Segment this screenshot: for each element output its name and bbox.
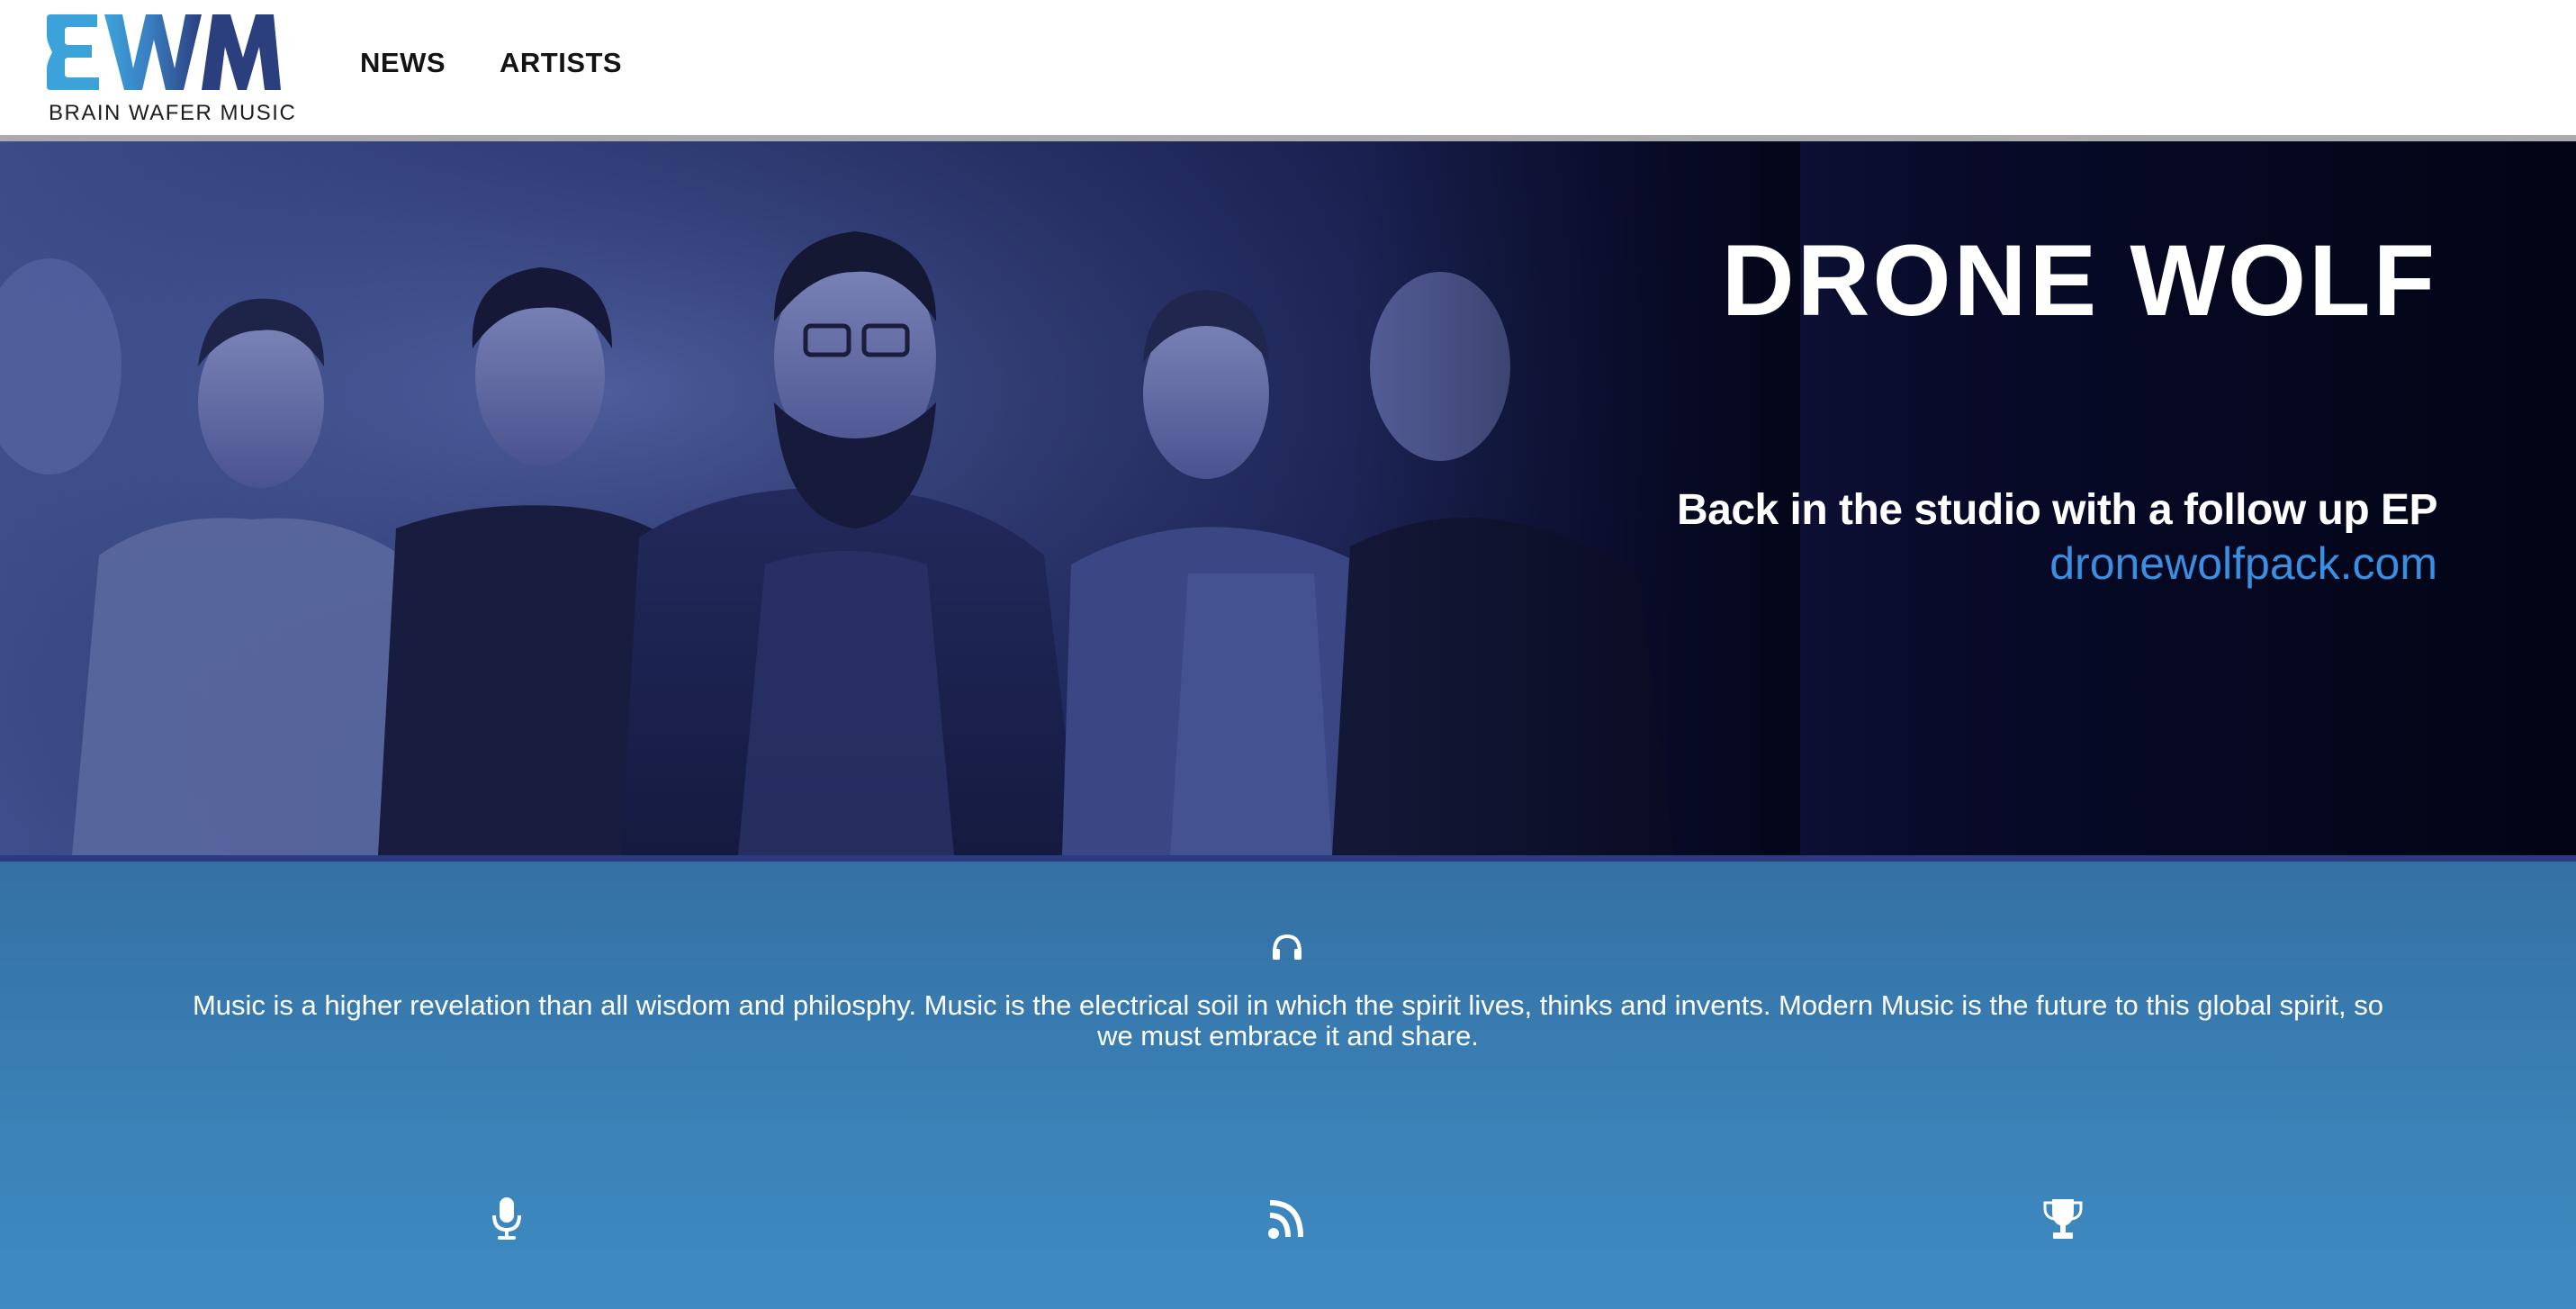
trophy-icon[interactable] [2043, 1196, 2083, 1242]
hero-banner: DRONE WOLF Back in the studio with a fol… [0, 141, 2576, 855]
brand-name: BRAIN WAFER MUSIC [49, 101, 297, 125]
artist-website-link[interactable]: dronewolfpack.com [2049, 537, 2437, 590]
mission-statement: Music is a higher revelation than all wi… [192, 989, 2384, 1052]
nav-artists[interactable]: ARTISTS [500, 47, 622, 79]
header-divider [0, 135, 2576, 141]
site-header: BRAIN WAFER MUSIC NEWS ARTISTS [0, 0, 2576, 135]
hero-divider [0, 855, 2576, 862]
hero-subtitle: Back in the studio with a follow up EP [1676, 486, 2438, 534]
microphone-icon[interactable] [487, 1196, 527, 1242]
rss-icon[interactable] [1266, 1196, 1306, 1242]
hero-title: DRONE WOLF [1721, 224, 2437, 337]
headphones-icon [1273, 934, 1302, 960]
main-nav: NEWS ARTISTS [360, 47, 622, 79]
brand-logo[interactable]: BRAIN WAFER MUSIC [47, 11, 295, 125]
logo-mark-icon [47, 14, 281, 90]
nav-news[interactable]: NEWS [360, 47, 446, 79]
